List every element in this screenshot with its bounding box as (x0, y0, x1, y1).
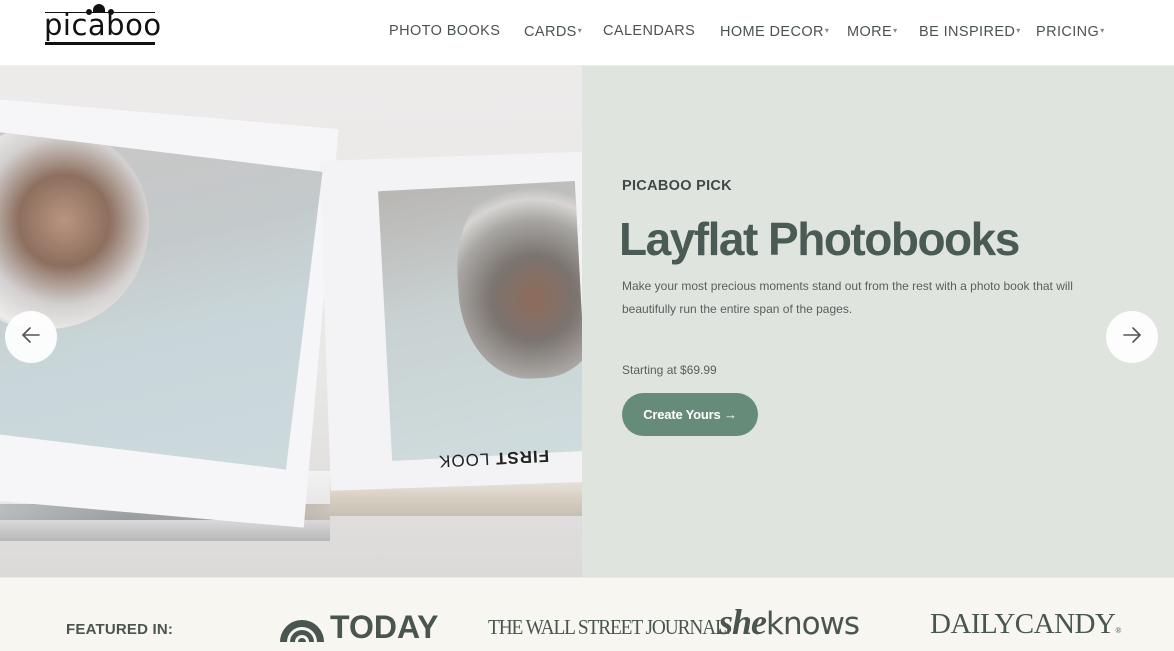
caption-bold: FIRST (494, 446, 550, 468)
rainbow-arc-icon (280, 620, 324, 642)
chevron-down-icon: ▾ (577, 26, 583, 35)
nav-label: PHOTO BOOKS (389, 23, 501, 39)
hero-price: Starting at $69.99 (622, 363, 717, 377)
sheknows-knows: knows (766, 606, 860, 642)
nav-home-decor[interactable]: HOME DECOR▾ (720, 22, 829, 41)
hero-eyebrow: PICABOO PICK (622, 178, 732, 194)
logo-wordmark: picaboo (44, 8, 162, 42)
carousel-prev-button[interactable] (5, 311, 57, 363)
hero-title: Layflat Photobooks (619, 213, 1020, 265)
hero-text-panel (582, 66, 1174, 577)
arrow-right-icon (1120, 323, 1144, 352)
dailycandy-wordmark: DAILYCANDY (930, 608, 1116, 640)
registered-mark: ® (1115, 626, 1121, 635)
sheknows-she: she (719, 602, 767, 642)
nav-cards[interactable]: CARDS▾ (524, 22, 582, 41)
chevron-down-icon: ▾ (893, 26, 898, 35)
chevron-down-icon: ▾ (824, 26, 830, 35)
today-show-logo: TODAY (278, 608, 439, 645)
sheknows-logo: sheknows (719, 602, 860, 644)
featured-in-label: FEATURED IN: (66, 621, 174, 638)
wedding-photo-left (0, 131, 323, 470)
wedding-photo-right (378, 181, 582, 461)
chevron-down-icon: ▾ (1016, 26, 1021, 35)
nav-more[interactable]: MORE▾ (847, 22, 898, 41)
nav-label: CARDS (524, 24, 577, 40)
nav-label: CALENDARS (603, 23, 696, 39)
arrow-left-icon (19, 323, 43, 352)
dailycandy-logo: DAILYCANDY® (930, 608, 1121, 641)
wsj-logo: THE WALL STREET JOURNAL. (488, 615, 731, 639)
nav-pricing[interactable]: PRICING▾ (1036, 22, 1105, 41)
couple-figure (0, 131, 160, 341)
nav-photo-books[interactable]: PHOTO BOOKS (389, 22, 500, 40)
create-yours-button[interactable]: Create Yours → (622, 393, 758, 436)
couple-figure (452, 181, 582, 383)
nav-calendars[interactable]: CALENDARS (603, 22, 695, 40)
logo-bottom-bar (45, 42, 155, 45)
carousel-next-button[interactable] (1106, 311, 1158, 363)
nav-label: MORE (847, 24, 893, 40)
hero-description: Make your most precious moments stand ou… (622, 279, 1073, 316)
hero-carousel: FIRST LOOK (0, 66, 1174, 577)
featured-in-bar: FEATURED IN: TODAY THE WALL STREET JOURN… (0, 577, 1174, 651)
today-wordmark: TODAY (330, 609, 439, 645)
nav-label: BE INSPIRED (919, 24, 1016, 40)
picaboo-logo[interactable]: picaboo (44, 4, 161, 48)
chevron-down-icon: ▾ (1100, 26, 1105, 35)
layflat-photobook-image: FIRST LOOK (0, 66, 582, 577)
site-header: picaboo PHOTO BOOKS CARDS▾ CALENDARS HOM… (0, 0, 1174, 66)
caption-regular: LOOK (437, 448, 496, 471)
nav-label: PRICING (1036, 24, 1100, 40)
nav-be-inspired[interactable]: BE INSPIRED▾ (919, 22, 1021, 41)
nav-label: HOME DECOR (720, 24, 824, 40)
